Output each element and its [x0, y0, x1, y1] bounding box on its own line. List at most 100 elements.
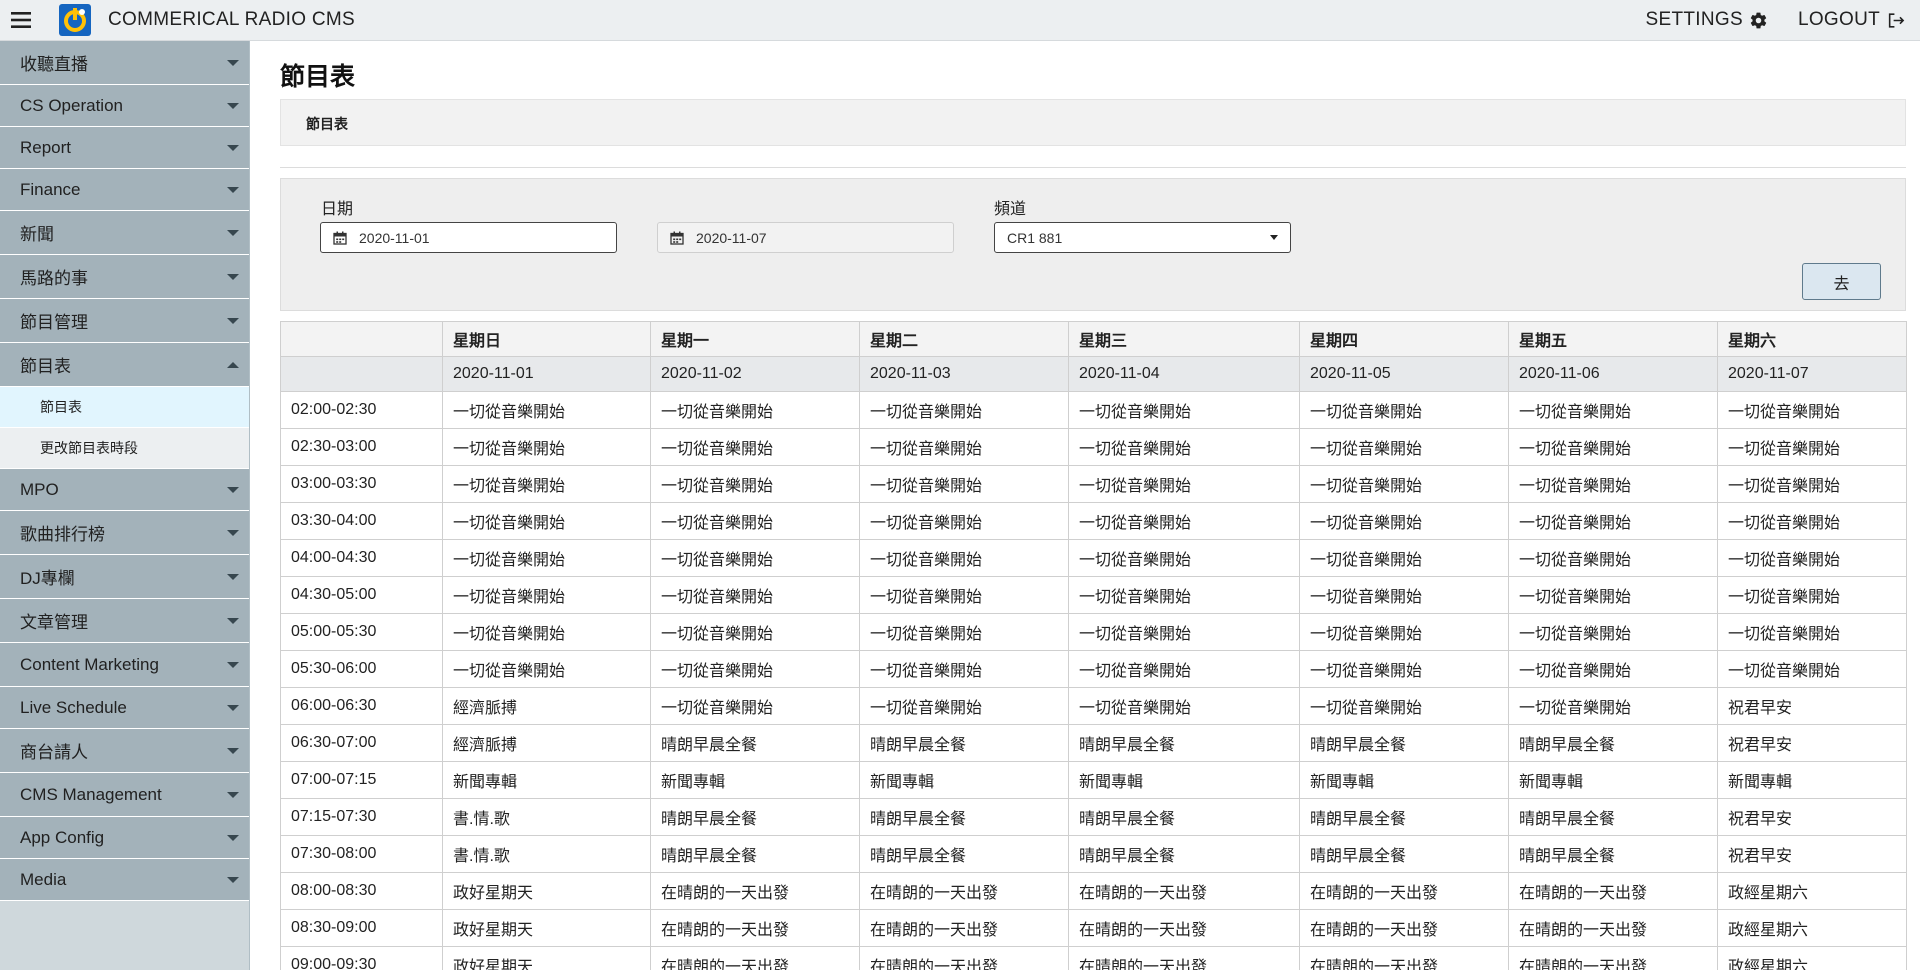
program-cell[interactable]: 在晴朗的一天出發 — [1068, 872, 1300, 910]
program-cell[interactable]: 新聞專輯 — [1717, 761, 1907, 799]
program-cell[interactable]: 一切從音樂開始 — [1717, 613, 1907, 651]
program-cell[interactable]: 祝君早安 — [1717, 687, 1907, 725]
program-cell[interactable]: 一切從音樂開始 — [650, 465, 860, 503]
program-cell[interactable]: 書.情.歌 — [442, 835, 651, 873]
program-cell[interactable]: 一切從音樂開始 — [1068, 539, 1300, 577]
settings-button[interactable]: SETTINGS — [1646, 9, 1768, 31]
program-cell[interactable]: 一切從音樂開始 — [1717, 428, 1907, 466]
program-cell[interactable]: 一切從音樂開始 — [1717, 539, 1907, 577]
program-cell[interactable]: 晴朗早晨全餐 — [1068, 798, 1300, 836]
program-cell[interactable]: 政經星期六 — [1717, 909, 1907, 947]
program-cell[interactable]: 書.情.歌 — [442, 798, 651, 836]
program-cell[interactable]: 一切從音樂開始 — [650, 428, 860, 466]
logout-button[interactable]: LOGOUT — [1798, 9, 1906, 31]
program-cell[interactable]: 一切從音樂開始 — [442, 428, 651, 466]
program-cell[interactable]: 一切從音樂開始 — [442, 465, 651, 503]
program-cell[interactable]: 在晴朗的一天出發 — [1508, 946, 1718, 970]
sidebar-item-news[interactable]: 新聞 — [0, 211, 249, 255]
program-cell[interactable]: 一切從音樂開始 — [1717, 576, 1907, 614]
program-cell[interactable]: 政經星期六 — [1717, 946, 1907, 970]
program-cell[interactable]: 一切從音樂開始 — [859, 576, 1069, 614]
program-cell[interactable]: 一切從音樂開始 — [1717, 502, 1907, 540]
sidebar-item-mpo[interactable]: MPO — [0, 469, 249, 511]
program-cell[interactable]: 在晴朗的一天出發 — [650, 909, 860, 947]
program-cell[interactable]: 政好星期天 — [442, 872, 651, 910]
channel-select[interactable]: CR1 881 — [994, 222, 1291, 253]
sidebar-item-live[interactable]: 收聽直播 — [0, 41, 249, 85]
program-cell[interactable]: 新聞專輯 — [1068, 761, 1300, 799]
program-cell[interactable]: 晴朗早晨全餐 — [650, 724, 860, 762]
program-cell[interactable]: 一切從音樂開始 — [650, 502, 860, 540]
sidebar-item-road[interactable]: 馬路的事 — [0, 255, 249, 299]
program-cell[interactable]: 一切從音樂開始 — [1299, 502, 1509, 540]
program-cell[interactable]: 一切從音樂開始 — [1068, 502, 1300, 540]
start-date-field[interactable]: 2020-11-01 — [320, 222, 617, 253]
program-cell[interactable]: 在晴朗的一天出發 — [859, 946, 1069, 970]
program-cell[interactable]: 一切從音樂開始 — [1299, 539, 1509, 577]
program-cell[interactable]: 政好星期天 — [442, 909, 651, 947]
program-cell[interactable]: 一切從音樂開始 — [1068, 576, 1300, 614]
program-cell[interactable]: 祝君早安 — [1717, 835, 1907, 873]
program-cell[interactable]: 一切從音樂開始 — [442, 650, 651, 688]
program-cell[interactable]: 新聞專輯 — [859, 761, 1069, 799]
sidebar-item-report[interactable]: Report — [0, 127, 249, 169]
sidebar-item-dj-column[interactable]: DJ專欄 — [0, 555, 249, 599]
program-cell[interactable]: 祝君早安 — [1717, 798, 1907, 836]
sidebar-item-articles[interactable]: 文章管理 — [0, 599, 249, 643]
end-date-field[interactable]: 2020-11-07 — [657, 222, 954, 253]
program-cell[interactable]: 一切從音樂開始 — [1068, 428, 1300, 466]
program-cell[interactable]: 一切從音樂開始 — [1717, 650, 1907, 688]
go-button[interactable]: 去 — [1802, 263, 1881, 300]
program-cell[interactable]: 一切從音樂開始 — [1717, 391, 1907, 429]
program-cell[interactable]: 一切從音樂開始 — [1508, 502, 1718, 540]
sidebar-item-careers[interactable]: 商台請人 — [0, 729, 249, 773]
program-cell[interactable]: 一切從音樂開始 — [442, 539, 651, 577]
program-cell[interactable]: 一切從音樂開始 — [1717, 465, 1907, 503]
program-cell[interactable]: 一切從音樂開始 — [1299, 576, 1509, 614]
program-cell[interactable]: 晴朗早晨全餐 — [1299, 724, 1509, 762]
program-cell[interactable]: 一切從音樂開始 — [650, 650, 860, 688]
program-cell[interactable]: 新聞專輯 — [442, 761, 651, 799]
program-cell[interactable]: 一切從音樂開始 — [859, 650, 1069, 688]
program-cell[interactable]: 晴朗早晨全餐 — [1508, 724, 1718, 762]
sidebar-item-cms-management[interactable]: CMS Management — [0, 773, 249, 817]
program-cell[interactable]: 在晴朗的一天出發 — [1068, 909, 1300, 947]
program-cell[interactable]: 在晴朗的一天出發 — [1299, 909, 1509, 947]
program-cell[interactable]: 在晴朗的一天出發 — [1508, 909, 1718, 947]
program-cell[interactable]: 一切從音樂開始 — [650, 687, 860, 725]
program-cell[interactable]: 晴朗早晨全餐 — [1068, 724, 1300, 762]
program-cell[interactable]: 新聞專輯 — [1508, 761, 1718, 799]
sidebar-item-app-config[interactable]: App Config — [0, 817, 249, 859]
program-cell[interactable]: 晴朗早晨全餐 — [1299, 835, 1509, 873]
program-cell[interactable]: 一切從音樂開始 — [1068, 465, 1300, 503]
program-cell[interactable]: 一切從音樂開始 — [1508, 613, 1718, 651]
program-cell[interactable]: 一切從音樂開始 — [650, 613, 860, 651]
program-cell[interactable]: 一切從音樂開始 — [859, 502, 1069, 540]
program-cell[interactable]: 一切從音樂開始 — [859, 465, 1069, 503]
program-cell[interactable]: 一切從音樂開始 — [442, 576, 651, 614]
program-cell[interactable]: 一切從音樂開始 — [1508, 391, 1718, 429]
program-cell[interactable]: 一切從音樂開始 — [1068, 391, 1300, 429]
sidebar-item-program-management[interactable]: 節目管理 — [0, 299, 249, 343]
program-cell[interactable]: 政經星期六 — [1717, 872, 1907, 910]
program-cell[interactable]: 新聞專輯 — [1299, 761, 1509, 799]
program-cell[interactable]: 在晴朗的一天出發 — [650, 872, 860, 910]
program-cell[interactable]: 晴朗早晨全餐 — [859, 724, 1069, 762]
program-cell[interactable]: 晴朗早晨全餐 — [859, 798, 1069, 836]
program-cell[interactable]: 在晴朗的一天出發 — [1068, 946, 1300, 970]
program-cell[interactable]: 一切從音樂開始 — [1299, 613, 1509, 651]
program-cell[interactable]: 晴朗早晨全餐 — [1508, 835, 1718, 873]
program-cell[interactable]: 一切從音樂開始 — [1299, 428, 1509, 466]
program-cell[interactable]: 在晴朗的一天出發 — [1299, 946, 1509, 970]
program-cell[interactable]: 一切從音樂開始 — [1299, 650, 1509, 688]
program-cell[interactable]: 祝君早安 — [1717, 724, 1907, 762]
program-cell[interactable]: 一切從音樂開始 — [859, 613, 1069, 651]
program-cell[interactable]: 一切從音樂開始 — [1068, 687, 1300, 725]
program-cell[interactable]: 一切從音樂開始 — [859, 391, 1069, 429]
sidebar-item-song-chart[interactable]: 歌曲排行榜 — [0, 511, 249, 555]
program-cell[interactable]: 晴朗早晨全餐 — [1299, 798, 1509, 836]
program-cell[interactable]: 一切從音樂開始 — [650, 539, 860, 577]
program-cell[interactable]: 經濟脈搏 — [442, 724, 651, 762]
program-cell[interactable]: 在晴朗的一天出發 — [650, 946, 860, 970]
program-cell[interactable]: 一切從音樂開始 — [1068, 650, 1300, 688]
